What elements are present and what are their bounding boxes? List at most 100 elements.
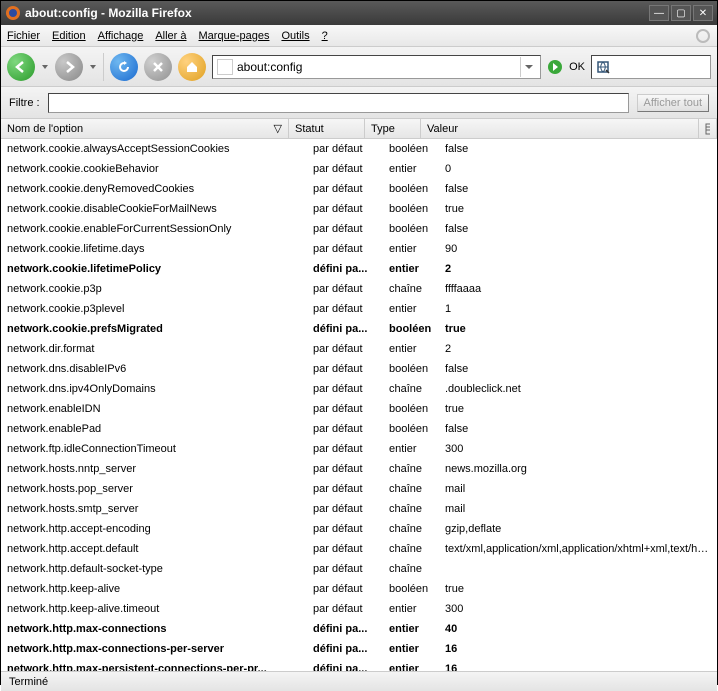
pref-row[interactable]: network.cookie.prefsMigrateddéfini pa...… bbox=[1, 319, 717, 339]
pref-type: booléen bbox=[383, 401, 439, 417]
back-button[interactable] bbox=[7, 53, 35, 81]
pref-row[interactable]: network.http.keep-alive.timeoutpar défau… bbox=[1, 599, 717, 619]
pref-status: par défaut bbox=[307, 181, 383, 197]
pref-status: défini pa... bbox=[307, 621, 383, 637]
pref-name: network.cookie.p3p bbox=[1, 281, 307, 297]
menu-edit[interactable]: Edition bbox=[52, 30, 86, 42]
pref-status: défini pa... bbox=[307, 641, 383, 657]
pref-row[interactable]: network.enablePadpar défautbooléenfalse bbox=[1, 419, 717, 439]
menu-bookmarks[interactable]: Marque-pages bbox=[199, 30, 270, 42]
column-name[interactable]: Nom de l'option▽ bbox=[1, 119, 289, 138]
pref-name: network.cookie.enableForCurrentSessionOn… bbox=[1, 221, 307, 237]
pref-value bbox=[439, 567, 717, 571]
pref-row[interactable]: network.dns.ipv4OnlyDomainspar défautcha… bbox=[1, 379, 717, 399]
go-icon[interactable] bbox=[547, 59, 563, 75]
reload-button[interactable] bbox=[110, 53, 138, 81]
pref-name: network.http.keep-alive bbox=[1, 581, 307, 597]
pref-row[interactable]: network.cookie.disableCookieForMailNewsp… bbox=[1, 199, 717, 219]
column-picker-icon[interactable] bbox=[699, 119, 717, 138]
back-dropdown-icon[interactable] bbox=[41, 63, 49, 71]
pref-row[interactable]: network.ftp.idleConnectionTimeoutpar déf… bbox=[1, 439, 717, 459]
pref-value: false bbox=[439, 141, 717, 157]
pref-row[interactable]: network.enableIDNpar défautbooléentrue bbox=[1, 399, 717, 419]
pref-row[interactable]: network.cookie.p3plevelpar défautentier1 bbox=[1, 299, 717, 319]
pref-name: network.ftp.idleConnectionTimeout bbox=[1, 441, 307, 457]
pref-value: false bbox=[439, 221, 717, 237]
pref-status: par défaut bbox=[307, 341, 383, 357]
pref-status: par défaut bbox=[307, 501, 383, 517]
navigation-toolbar: OK bbox=[1, 47, 717, 87]
search-engine-icon[interactable] bbox=[596, 60, 610, 74]
pref-value: 2 bbox=[439, 261, 717, 277]
menu-view[interactable]: Affichage bbox=[98, 30, 144, 42]
preferences-list[interactable]: network.cookie.alwaysAcceptSessionCookie… bbox=[1, 139, 717, 671]
show-all-button[interactable]: Afficher tout bbox=[637, 94, 710, 112]
pref-name: network.cookie.denyRemovedCookies bbox=[1, 181, 307, 197]
forward-button[interactable] bbox=[55, 53, 83, 81]
pref-row[interactable]: network.dns.disableIPv6par défautbooléen… bbox=[1, 359, 717, 379]
pref-type: booléen bbox=[383, 321, 439, 337]
pref-value: .doubleclick.net bbox=[439, 381, 717, 397]
url-dropdown-icon[interactable] bbox=[520, 57, 536, 77]
pref-value: ffffaaaa bbox=[439, 281, 717, 297]
pref-row[interactable]: network.cookie.lifetime.dayspar défauten… bbox=[1, 239, 717, 259]
pref-row[interactable]: network.http.max-persistent-connections-… bbox=[1, 659, 717, 671]
url-input[interactable] bbox=[237, 60, 520, 74]
pref-name: network.http.accept-encoding bbox=[1, 521, 307, 537]
pref-value: 1 bbox=[439, 301, 717, 317]
pref-type: booléen bbox=[383, 221, 439, 237]
pref-row[interactable]: network.cookie.alwaysAcceptSessionCookie… bbox=[1, 139, 717, 159]
stop-button[interactable] bbox=[144, 53, 172, 81]
pref-row[interactable]: network.cookie.enableForCurrentSessionOn… bbox=[1, 219, 717, 239]
column-value[interactable]: Valeur bbox=[421, 119, 699, 138]
pref-status: par défaut bbox=[307, 541, 383, 557]
pref-status: par défaut bbox=[307, 581, 383, 597]
pref-row[interactable]: network.http.accept-encodingpar défautch… bbox=[1, 519, 717, 539]
pref-row[interactable]: network.http.accept.defaultpar défautcha… bbox=[1, 539, 717, 559]
minimize-button[interactable]: — bbox=[649, 5, 669, 21]
home-button[interactable] bbox=[178, 53, 206, 81]
menu-go[interactable]: Aller à bbox=[155, 30, 186, 42]
pref-row[interactable]: network.cookie.cookieBehaviorpar défaute… bbox=[1, 159, 717, 179]
maximize-button[interactable]: ▢ bbox=[671, 5, 691, 21]
pref-row[interactable]: network.hosts.smtp_serverpar défautchaîn… bbox=[1, 499, 717, 519]
pref-row[interactable]: network.hosts.nntp_serverpar défautchaîn… bbox=[1, 459, 717, 479]
pref-row[interactable]: network.dir.formatpar défautentier2 bbox=[1, 339, 717, 359]
pref-type: entier bbox=[383, 241, 439, 257]
forward-dropdown-icon[interactable] bbox=[89, 63, 97, 71]
menu-file[interactable]: Fichier bbox=[7, 30, 40, 42]
column-type[interactable]: Type bbox=[365, 119, 421, 138]
ok-label: OK bbox=[569, 61, 585, 73]
pref-row[interactable]: network.http.max-connections-per-serverd… bbox=[1, 639, 717, 659]
pref-name: network.dns.disableIPv6 bbox=[1, 361, 307, 377]
menu-help[interactable]: ? bbox=[322, 30, 328, 42]
pref-type: booléen bbox=[383, 181, 439, 197]
pref-value: true bbox=[439, 321, 717, 337]
throbber-icon bbox=[695, 28, 711, 44]
filter-input[interactable] bbox=[48, 93, 629, 113]
url-bar[interactable] bbox=[212, 55, 541, 79]
pref-name: network.dns.ipv4OnlyDomains bbox=[1, 381, 307, 397]
pref-row[interactable]: network.cookie.denyRemovedCookiespar déf… bbox=[1, 179, 717, 199]
pref-row[interactable]: network.cookie.lifetimePolicydéfini pa..… bbox=[1, 259, 717, 279]
pref-type: booléen bbox=[383, 421, 439, 437]
pref-value: mail bbox=[439, 481, 717, 497]
menu-tools[interactable]: Outils bbox=[281, 30, 309, 42]
pref-row[interactable]: network.http.max-connectionsdéfini pa...… bbox=[1, 619, 717, 639]
pref-value: 16 bbox=[439, 641, 717, 657]
pref-row[interactable]: network.cookie.p3ppar défautchaîneffffaa… bbox=[1, 279, 717, 299]
pref-row[interactable]: network.http.default-socket-typepar défa… bbox=[1, 559, 717, 579]
pref-value: gzip,deflate bbox=[439, 521, 717, 537]
pref-name: network.cookie.p3plevel bbox=[1, 301, 307, 317]
search-box[interactable] bbox=[591, 55, 711, 79]
window-title: about:config - Mozilla Firefox bbox=[25, 6, 649, 20]
pref-status: par défaut bbox=[307, 221, 383, 237]
pref-row[interactable]: network.http.keep-alivepar défautbooléen… bbox=[1, 579, 717, 599]
pref-value: true bbox=[439, 401, 717, 417]
close-button[interactable]: ✕ bbox=[693, 5, 713, 21]
pref-name: network.hosts.pop_server bbox=[1, 481, 307, 497]
pref-type: entier bbox=[383, 341, 439, 357]
column-status[interactable]: Statut bbox=[289, 119, 365, 138]
pref-name: network.enableIDN bbox=[1, 401, 307, 417]
pref-row[interactable]: network.hosts.pop_serverpar défautchaîne… bbox=[1, 479, 717, 499]
